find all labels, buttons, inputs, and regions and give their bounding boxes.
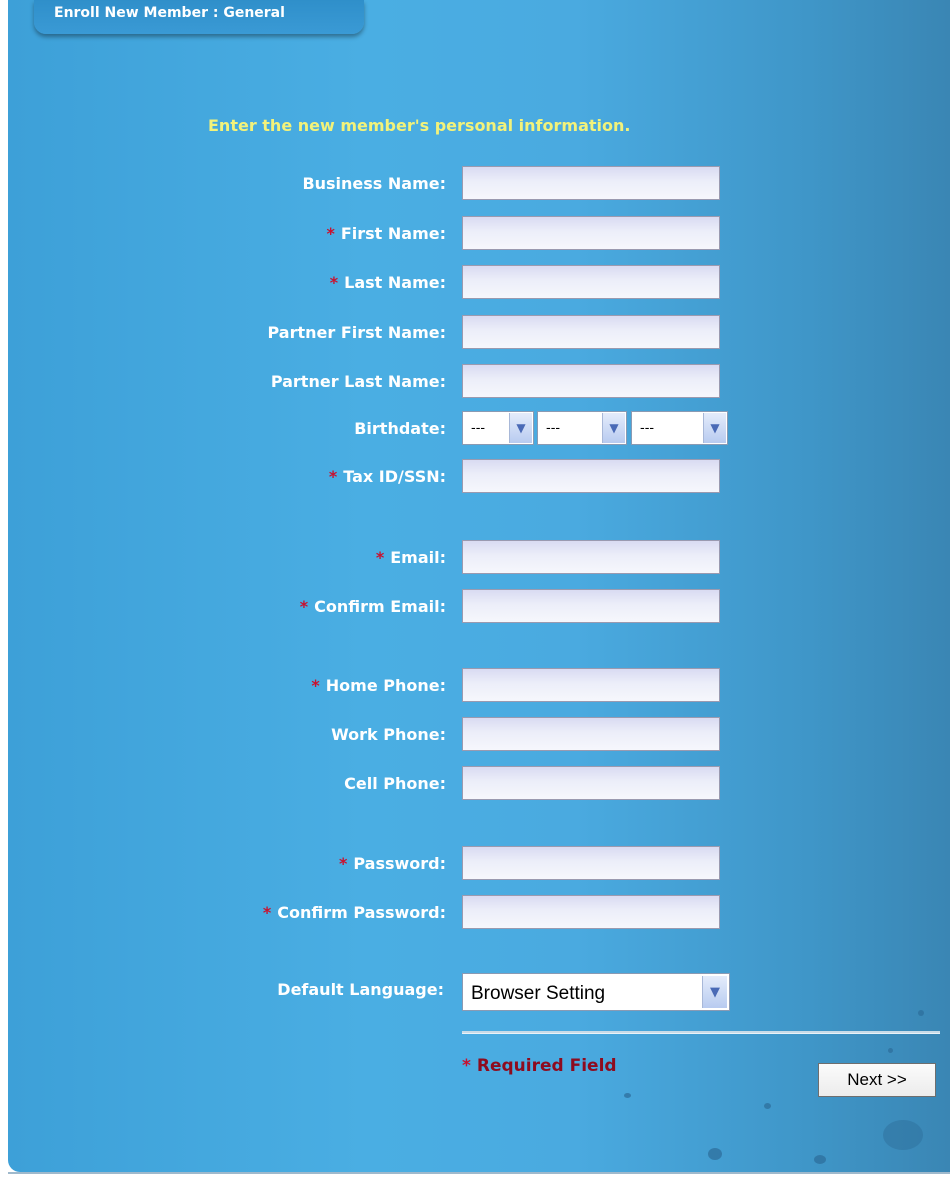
next-button[interactable]: Next >> xyxy=(818,1063,936,1097)
chevron-down-icon[interactable]: ▼ xyxy=(702,976,727,1008)
partner-first-name-row: Partner First Name: xyxy=(0,315,940,351)
panel-bottom-border xyxy=(8,1172,950,1174)
required-asterisk: * xyxy=(338,854,348,873)
section-tab: Enroll New Member : General xyxy=(34,0,364,34)
birthdate-year-select[interactable]: --- ▼ xyxy=(631,411,728,445)
default-language-select[interactable]: Browser Setting ▼ xyxy=(462,973,730,1011)
first-name-label: * First Name: xyxy=(326,224,446,243)
required-asterisk: * xyxy=(328,467,338,486)
birthdate-day-value: --- xyxy=(546,421,561,436)
confirm-password-input[interactable] xyxy=(462,895,720,929)
email-input[interactable] xyxy=(462,540,720,574)
birthdate-label: Birthdate: xyxy=(354,419,446,438)
cell-phone-label: Cell Phone: xyxy=(344,774,446,793)
cell-phone-input[interactable] xyxy=(462,766,720,800)
confirm-email-row: * Confirm Email: xyxy=(0,589,940,625)
password-label: * Password: xyxy=(338,854,446,873)
birthdate-month-select[interactable]: --- ▼ xyxy=(462,411,534,445)
required-asterisk: * xyxy=(375,548,385,567)
chevron-down-icon[interactable]: ▼ xyxy=(703,413,726,443)
first-name-input[interactable] xyxy=(462,216,720,250)
partner-last-name-input[interactable] xyxy=(462,364,720,398)
email-label: * Email: xyxy=(375,548,446,567)
birthdate-month-value: --- xyxy=(471,421,486,436)
work-phone-label: Work Phone: xyxy=(331,725,446,744)
chevron-down-icon[interactable]: ▼ xyxy=(509,413,532,443)
home-phone-row: * Home Phone: xyxy=(0,668,940,704)
decorative-speck xyxy=(708,1148,722,1160)
first-name-row: * First Name: xyxy=(0,216,940,252)
work-phone-row: Work Phone: xyxy=(0,717,940,753)
default-language-row: Default Language: Browser Setting ▼ xyxy=(0,973,940,1017)
decorative-speck xyxy=(888,1048,893,1053)
tax-id-input[interactable] xyxy=(462,459,720,493)
tax-id-row: * Tax ID/SSN: xyxy=(0,459,940,495)
birthdate-row: Birthdate: --- ▼ --- ▼ --- ▼ xyxy=(0,411,940,447)
required-asterisk: * xyxy=(462,1056,471,1076)
decorative-speck xyxy=(883,1120,923,1150)
work-phone-input[interactable] xyxy=(462,717,720,751)
required-asterisk: * xyxy=(262,903,272,922)
last-name-input[interactable] xyxy=(462,265,720,299)
home-phone-input[interactable] xyxy=(462,668,720,702)
partner-first-name-input[interactable] xyxy=(462,315,720,349)
decorative-speck xyxy=(624,1093,631,1098)
last-name-label: * Last Name: xyxy=(329,273,446,292)
required-asterisk: * xyxy=(329,273,339,292)
form-instruction: Enter the new member's personal informat… xyxy=(208,116,631,135)
last-name-row: * Last Name: xyxy=(0,265,940,301)
partner-last-name-row: Partner Last Name: xyxy=(0,364,940,400)
password-input[interactable] xyxy=(462,846,720,880)
birthdate-day-select[interactable]: --- ▼ xyxy=(537,411,627,445)
default-language-label: Default Language: xyxy=(277,980,444,999)
business-name-input[interactable] xyxy=(462,166,720,200)
required-asterisk: * xyxy=(311,676,320,695)
default-language-value: Browser Setting xyxy=(471,983,606,1004)
confirm-email-label: * Confirm Email: xyxy=(299,597,446,616)
partner-first-name-label: Partner First Name: xyxy=(267,323,447,342)
partner-last-name-label: Partner Last Name: xyxy=(270,372,446,391)
decorative-speck xyxy=(764,1103,771,1109)
tax-id-label: * Tax ID/SSN: xyxy=(328,467,446,486)
section-tab-title: Enroll New Member : General xyxy=(54,5,285,21)
required-asterisk: * xyxy=(326,224,335,243)
form-divider xyxy=(462,1031,940,1034)
required-field-note: * Required Field xyxy=(462,1056,617,1076)
password-row: * Password: xyxy=(0,846,940,882)
confirm-email-input[interactable] xyxy=(462,589,720,623)
confirm-password-row: * Confirm Password: xyxy=(0,895,940,931)
business-name-row: Business Name: xyxy=(0,166,940,202)
decorative-speck xyxy=(814,1155,826,1164)
confirm-password-label: * Confirm Password: xyxy=(262,903,446,922)
birthdate-year-value: --- xyxy=(640,421,655,436)
chevron-down-icon[interactable]: ▼ xyxy=(602,413,625,443)
email-row: * Email: xyxy=(0,540,940,576)
cell-phone-row: Cell Phone: xyxy=(0,766,940,802)
business-name-label: Business Name: xyxy=(302,174,446,193)
home-phone-label: * Home Phone: xyxy=(311,676,446,695)
required-asterisk: * xyxy=(299,597,309,616)
